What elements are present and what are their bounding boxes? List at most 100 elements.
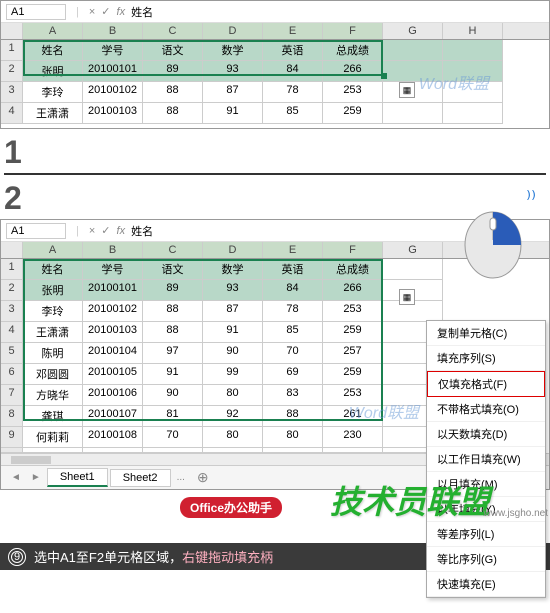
col-F[interactable]: F — [323, 242, 383, 258]
sheet-tab[interactable]: Sheet1 — [47, 468, 108, 487]
cancel-icon[interactable]: × — [89, 6, 95, 18]
cell[interactable]: 英语 — [263, 40, 323, 61]
cell[interactable]: 88 — [143, 82, 203, 103]
enter-icon[interactable]: ✓ — [101, 5, 110, 18]
cell[interactable]: 总成绩 — [323, 40, 383, 61]
cell[interactable]: 20100101 — [83, 61, 143, 82]
cell[interactable]: 李玲 — [23, 82, 83, 103]
cell[interactable]: 20100107 — [83, 406, 143, 427]
cell[interactable]: 253 — [323, 301, 383, 322]
menu-item-fill-format-only[interactable]: 仅填充格式(F) — [427, 371, 545, 397]
cell[interactable] — [383, 40, 443, 61]
col-B[interactable]: B — [83, 23, 143, 39]
formula-value[interactable]: 姓名 — [131, 4, 153, 20]
row-head[interactable]: 1 — [1, 40, 23, 61]
row-head[interactable]: 7 — [1, 385, 23, 406]
cell[interactable]: 261 — [323, 406, 383, 427]
col-E[interactable]: E — [263, 242, 323, 258]
row-head[interactable]: 6 — [1, 364, 23, 385]
tab-nav-prev[interactable]: ◄ — [7, 472, 25, 483]
cell[interactable]: 230 — [323, 427, 383, 448]
col-D[interactable]: D — [203, 242, 263, 258]
cell[interactable]: 姓名 — [23, 259, 83, 280]
cell[interactable] — [443, 61, 503, 82]
col-D[interactable]: D — [203, 23, 263, 39]
select-all-corner[interactable] — [1, 23, 23, 39]
col-G[interactable]: G — [383, 242, 443, 258]
cell[interactable]: 88 — [143, 322, 203, 343]
cell[interactable]: 20100101 — [83, 280, 143, 301]
col-F[interactable]: F — [323, 23, 383, 39]
cell[interactable]: 91 — [203, 322, 263, 343]
cell[interactable]: 87 — [203, 301, 263, 322]
menu-item-copy-cells[interactable]: 复制单元格(C) — [427, 321, 545, 346]
cell[interactable]: 姓名 — [23, 40, 83, 61]
cell[interactable]: 93 — [203, 280, 263, 301]
menu-item-fill-without-format[interactable]: 不带格式填充(O) — [427, 397, 545, 422]
sheet-tab[interactable]: Sheet2 — [110, 469, 171, 487]
cell[interactable]: 龚琪 — [23, 406, 83, 427]
cell[interactable]: 90 — [203, 343, 263, 364]
cell[interactable]: 数学 — [203, 40, 263, 61]
cell[interactable]: 89 — [143, 61, 203, 82]
row-head[interactable]: 2 — [1, 280, 23, 301]
cell[interactable]: 84 — [263, 61, 323, 82]
menu-item-fill-days[interactable]: 以天数填充(D) — [427, 422, 545, 447]
tab-nav-next[interactable]: ► — [27, 472, 45, 483]
menu-item-growth-series[interactable]: 等比序列(G) — [427, 547, 545, 572]
cell[interactable]: 英语 — [263, 259, 323, 280]
cell[interactable]: 88 — [143, 301, 203, 322]
cell[interactable]: 78 — [263, 82, 323, 103]
cell[interactable]: 20100108 — [83, 427, 143, 448]
cell[interactable]: 方晓华 — [23, 385, 83, 406]
cell[interactable]: 253 — [323, 82, 383, 103]
cell[interactable]: 81 — [143, 406, 203, 427]
cell[interactable]: 李玲 — [23, 301, 83, 322]
col-E[interactable]: E — [263, 23, 323, 39]
scroll-thumb[interactable] — [11, 456, 51, 464]
enter-icon[interactable]: ✓ — [101, 224, 110, 237]
cell[interactable]: 20100103 — [83, 322, 143, 343]
cell[interactable] — [443, 103, 503, 124]
cell[interactable]: 70 — [263, 343, 323, 364]
cell[interactable]: 总成绩 — [323, 259, 383, 280]
cell[interactable]: 78 — [263, 301, 323, 322]
cell[interactable]: 学号 — [83, 259, 143, 280]
select-all-corner[interactable] — [1, 242, 23, 258]
cell[interactable]: 92 — [203, 406, 263, 427]
cell[interactable]: 何莉莉 — [23, 427, 83, 448]
cell[interactable]: 89 — [143, 280, 203, 301]
cell[interactable]: 邓圆圆 — [23, 364, 83, 385]
cell[interactable]: 83 — [263, 385, 323, 406]
cell[interactable] — [383, 103, 443, 124]
autofill-options-icon[interactable]: ▦ — [399, 82, 415, 98]
col-C[interactable]: C — [143, 242, 203, 258]
cell[interactable]: 80 — [203, 385, 263, 406]
cell[interactable]: 88 — [143, 103, 203, 124]
cell[interactable]: 85 — [263, 103, 323, 124]
menu-item-fill-weekdays[interactable]: 以工作日填充(W) — [427, 447, 545, 472]
cell[interactable]: 陈明 — [23, 343, 83, 364]
cell[interactable] — [383, 259, 443, 280]
cancel-icon[interactable]: × — [89, 225, 95, 237]
cell[interactable]: 85 — [263, 322, 323, 343]
cell[interactable]: 20100106 — [83, 385, 143, 406]
fill-handle[interactable] — [381, 73, 387, 79]
cell[interactable]: 93 — [203, 61, 263, 82]
cell[interactable]: 80 — [263, 427, 323, 448]
cell[interactable]: 91 — [203, 103, 263, 124]
cell[interactable]: 259 — [323, 103, 383, 124]
col-H[interactable]: H — [443, 23, 503, 39]
name-box[interactable] — [6, 4, 66, 20]
row-head[interactable]: 3 — [1, 82, 23, 103]
fx-icon[interactable]: fx — [117, 6, 126, 18]
cell[interactable]: 学号 — [83, 40, 143, 61]
row-head[interactable]: 1 — [1, 259, 23, 280]
col-C[interactable]: C — [143, 23, 203, 39]
cell[interactable]: 语文 — [143, 259, 203, 280]
col-B[interactable]: B — [83, 242, 143, 258]
cell[interactable]: 20100102 — [83, 301, 143, 322]
cell[interactable]: 257 — [323, 343, 383, 364]
row-head[interactable]: 5 — [1, 343, 23, 364]
cell[interactable]: 87 — [203, 82, 263, 103]
